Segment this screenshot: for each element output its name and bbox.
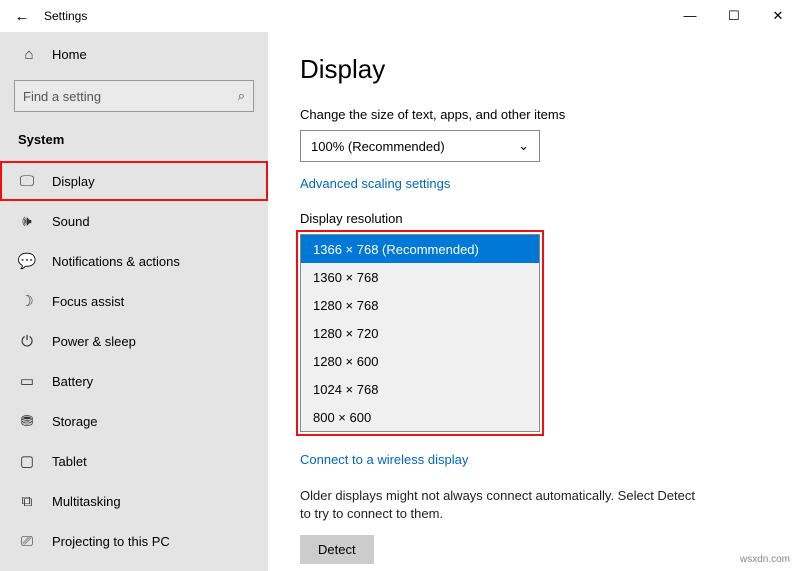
sidebar-item-label: Battery (52, 374, 93, 389)
resolution-dropdown-list[interactable]: 1366 × 768 (Recommended) 1360 × 768 1280… (300, 234, 540, 432)
sidebar-item-multitasking[interactable]: ⧉ Multitasking (0, 481, 268, 521)
sidebar-item-power[interactable]: ⏻ Power & sleep (0, 321, 268, 361)
battery-icon: ▭ (18, 372, 36, 390)
sidebar-item-label: Power & sleep (52, 334, 136, 349)
resolution-option[interactable]: 800 × 600 (301, 403, 539, 431)
home-icon: ⌂ (20, 46, 38, 63)
home-label: Home (52, 47, 87, 62)
sidebar-home[interactable]: ⌂ Home (0, 36, 268, 72)
sidebar-item-label: Display (52, 174, 95, 189)
sidebar-item-focus-assist[interactable]: ☽ Focus assist (0, 281, 268, 321)
tablet-icon: ▢ (18, 452, 36, 470)
sidebar-item-label: Storage (52, 414, 98, 429)
resolution-option[interactable]: 1280 × 600 (301, 347, 539, 375)
chevron-down-icon: ⌄ (518, 138, 529, 154)
resolution-option[interactable]: 1024 × 768 (301, 375, 539, 403)
page-title: Display (300, 54, 768, 85)
sidebar-item-label: Tablet (52, 454, 87, 469)
sidebar-item-label: Projecting to this PC (52, 534, 170, 549)
close-button[interactable]: ✕ (756, 8, 800, 24)
sidebar: ⌂ Home Find a setting ⌕ System 🖵 Display… (0, 32, 268, 571)
resolution-option[interactable]: 1280 × 768 (301, 291, 539, 319)
connect-wireless-link[interactable]: Connect to a wireless display (300, 452, 768, 467)
storage-icon: ⛃ (18, 412, 36, 430)
sidebar-item-label: Notifications & actions (52, 254, 180, 269)
content: Display Change the size of text, apps, a… (268, 32, 800, 571)
sidebar-item-display[interactable]: 🖵 Display (0, 161, 268, 201)
notifications-icon: 💬 (18, 252, 36, 270)
sidebar-item-projecting[interactable]: ⎚ Projecting to this PC (0, 521, 268, 561)
section-label: System (0, 124, 268, 161)
sidebar-item-sound[interactable]: 🕪 Sound (0, 201, 268, 241)
resolution-option[interactable]: 1360 × 768 (301, 263, 539, 291)
sidebar-item-label: Sound (52, 214, 90, 229)
power-icon: ⏻ (18, 333, 36, 350)
advanced-scaling-link[interactable]: Advanced scaling settings (300, 176, 768, 191)
back-button[interactable]: ← (0, 8, 44, 25)
window-title: Settings (44, 9, 87, 23)
search-placeholder: Find a setting (23, 89, 101, 104)
minimize-button[interactable]: — (668, 8, 712, 24)
sidebar-item-storage[interactable]: ⛃ Storage (0, 401, 268, 441)
projecting-icon: ⎚ (18, 533, 36, 550)
detect-button[interactable]: Detect (300, 535, 374, 564)
resolution-option[interactable]: 1280 × 720 (301, 319, 539, 347)
resolution-label: Display resolution (300, 211, 768, 226)
scale-dropdown[interactable]: 100% (Recommended) ⌄ (300, 130, 540, 162)
maximize-button[interactable]: ☐ (712, 8, 756, 24)
sidebar-item-label: Multitasking (52, 494, 121, 509)
scale-label: Change the size of text, apps, and other… (300, 107, 768, 122)
titlebar: ← Settings — ☐ ✕ (0, 0, 800, 32)
resolution-option[interactable]: 1366 × 768 (Recommended) (301, 235, 539, 263)
older-displays-text: Older displays might not always connect … (300, 487, 700, 523)
focus-assist-icon: ☽ (18, 292, 36, 310)
sidebar-item-label: Focus assist (52, 294, 124, 309)
display-icon: 🖵 (18, 173, 36, 190)
multitasking-icon: ⧉ (18, 493, 36, 510)
watermark: wsxdn.com (740, 554, 790, 565)
scale-value: 100% (Recommended) (311, 139, 445, 154)
sidebar-item-battery[interactable]: ▭ Battery (0, 361, 268, 401)
sidebar-item-notifications[interactable]: 💬 Notifications & actions (0, 241, 268, 281)
search-icon: ⌕ (238, 88, 245, 104)
search-input[interactable]: Find a setting ⌕ (14, 80, 254, 112)
sound-icon: 🕪 (18, 213, 36, 230)
sidebar-item-tablet[interactable]: ▢ Tablet (0, 441, 268, 481)
